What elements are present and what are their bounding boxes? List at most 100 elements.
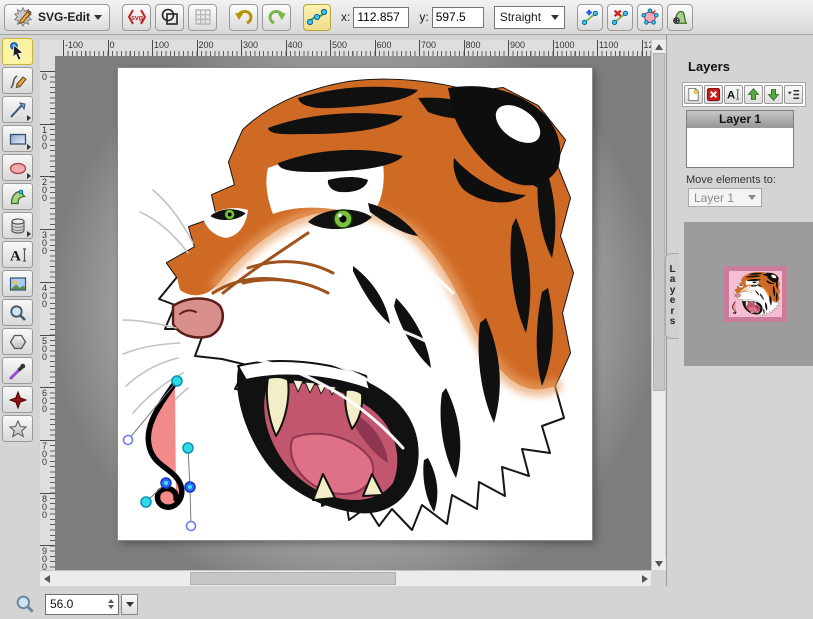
layers-side-tab[interactable]: Layers — [665, 253, 679, 339]
down-arrow-icon — [655, 561, 663, 567]
flyout-arrow-icon — [27, 173, 31, 179]
grid-button[interactable] — [188, 4, 217, 31]
canvas-workspace[interactable] — [55, 56, 651, 570]
horizontal-scroll-thumb[interactable] — [190, 572, 396, 585]
delete-layer-icon — [706, 87, 721, 102]
layer-thumbnail[interactable] — [724, 266, 787, 322]
up-arrow-icon — [655, 44, 663, 50]
ellipse-tool-button[interactable] — [2, 154, 33, 181]
add-node-icon — [581, 7, 599, 27]
add-node-button[interactable] — [577, 4, 603, 31]
select-tool-button[interactable] — [2, 38, 33, 65]
scroll-right-button[interactable] — [638, 572, 651, 586]
four-point-star-icon — [8, 390, 28, 410]
x-coordinate-input[interactable] — [353, 7, 409, 28]
zoom-preset-dropdown-button[interactable] — [121, 594, 138, 615]
cylinder-icon — [8, 216, 28, 236]
control-point-handle[interactable] — [187, 522, 196, 531]
ruler-tick-label: 300 — [241, 40, 242, 56]
x-label: x: — [341, 10, 350, 24]
delete-layer-button[interactable] — [704, 85, 723, 104]
redo-button[interactable] — [262, 4, 291, 31]
star-tool-button[interactable] — [2, 415, 33, 442]
path-node-tool-button[interactable] — [303, 4, 331, 31]
path-control-handles[interactable] — [124, 376, 196, 531]
ruler-tick-label: 5 0 0 — [40, 335, 55, 336]
convert-to-path-button[interactable] — [667, 4, 693, 31]
ruler-tick-label: 700 — [419, 40, 420, 56]
path-node-center — [164, 481, 168, 485]
overlapping-shapes-icon — [160, 7, 180, 27]
eyedropper-tool-button[interactable] — [2, 357, 33, 384]
scroll-left-button[interactable] — [40, 572, 53, 586]
image-icon — [8, 274, 28, 294]
ruler-tick-label: 1200 — [642, 40, 643, 56]
flyout-arrow-icon — [27, 144, 31, 150]
main-menu-button[interactable]: SVG-Edit — [4, 4, 110, 31]
control-point-handle[interactable] — [124, 436, 133, 445]
four-point-star-tool-button[interactable] — [2, 386, 33, 413]
rect-tool-button[interactable] — [2, 125, 33, 152]
open-close-path-button[interactable] — [637, 4, 663, 31]
horizontal-scrollbar[interactable] — [40, 570, 651, 586]
lower-layer-button[interactable] — [764, 85, 783, 104]
zoom-level-value: 56.0 — [50, 597, 73, 611]
delete-node-button[interactable] — [607, 4, 633, 31]
ruler-tick-label: 4 0 0 — [40, 282, 55, 283]
layers-panel: Layers Layers A — [666, 35, 813, 619]
segment-type-select[interactable]: Straight — [494, 6, 565, 29]
svg-canvas[interactable] — [118, 68, 592, 540]
path-node[interactable] — [141, 497, 151, 507]
polygon-tool-button[interactable] — [2, 328, 33, 355]
undo-button[interactable] — [229, 4, 258, 31]
new-layer-icon — [686, 87, 701, 102]
source-editor-button[interactable]: svg — [122, 4, 151, 31]
raise-layer-button[interactable] — [744, 85, 763, 104]
flyout-arrow-icon — [27, 115, 31, 121]
wireframe-mode-button[interactable] — [155, 4, 184, 31]
status-bar: 56.0 — [0, 586, 813, 619]
ruler-tick-label: 1100 — [597, 40, 598, 56]
vertical-scroll-thumb[interactable] — [653, 53, 665, 391]
move-to-layer-value: Layer 1 — [694, 191, 734, 205]
layer-list[interactable]: Layer 1 — [686, 110, 794, 168]
layer-thumbnail-panel — [684, 222, 813, 366]
convert-to-path-icon — [671, 7, 689, 27]
image-tool-button[interactable] — [2, 270, 33, 297]
path-tool-button[interactable] — [2, 183, 33, 210]
vertical-scrollbar[interactable] — [651, 40, 665, 570]
hexagon-icon — [8, 332, 28, 352]
zoom-level-input[interactable]: 56.0 — [45, 594, 119, 615]
new-layer-button[interactable] — [684, 85, 703, 104]
pencil-tool-button[interactable] — [2, 67, 33, 94]
ruler-tick-label: 500 — [330, 40, 331, 56]
zoom-magnifier-icon — [14, 593, 36, 615]
layer-row-selected[interactable]: Layer 1 — [687, 111, 793, 128]
left-arrow-icon — [44, 575, 50, 583]
scroll-up-button[interactable] — [652, 40, 666, 53]
scroll-down-button[interactable] — [652, 557, 666, 570]
menu-chevron-icon — [94, 15, 102, 20]
zoom-spinner[interactable] — [108, 599, 114, 609]
path-node[interactable] — [183, 443, 193, 453]
dropdown-arrow-icon — [126, 602, 134, 607]
rename-layer-button[interactable]: A — [724, 85, 743, 104]
shape-library-button[interactable] — [2, 212, 33, 239]
line-tool-button[interactable] — [2, 96, 33, 123]
ruler-tick-label: 6 0 0 — [40, 387, 55, 388]
zoom-tool-button[interactable] — [2, 299, 33, 326]
svg-text:svg: svg — [130, 15, 142, 22]
path-node[interactable] — [172, 376, 182, 386]
move-to-layer-select[interactable]: Layer 1 — [688, 188, 762, 207]
layer-menu-button[interactable] — [784, 85, 803, 104]
text-tool-button[interactable]: A — [2, 241, 33, 268]
grid-icon — [193, 7, 213, 27]
segment-type-value: Straight — [500, 10, 541, 24]
eyedropper-icon — [8, 361, 28, 381]
y-coordinate-input[interactable] — [432, 7, 484, 28]
ruler-tick-label: 100 — [152, 40, 153, 56]
ruler-tick-label: 2 0 0 — [40, 176, 55, 177]
ruler-tick-label: 200 — [197, 40, 198, 56]
ruler-vertical: 01 0 02 0 03 0 04 0 05 0 06 0 07 0 08 0 … — [40, 56, 55, 570]
star-icon — [8, 419, 28, 439]
